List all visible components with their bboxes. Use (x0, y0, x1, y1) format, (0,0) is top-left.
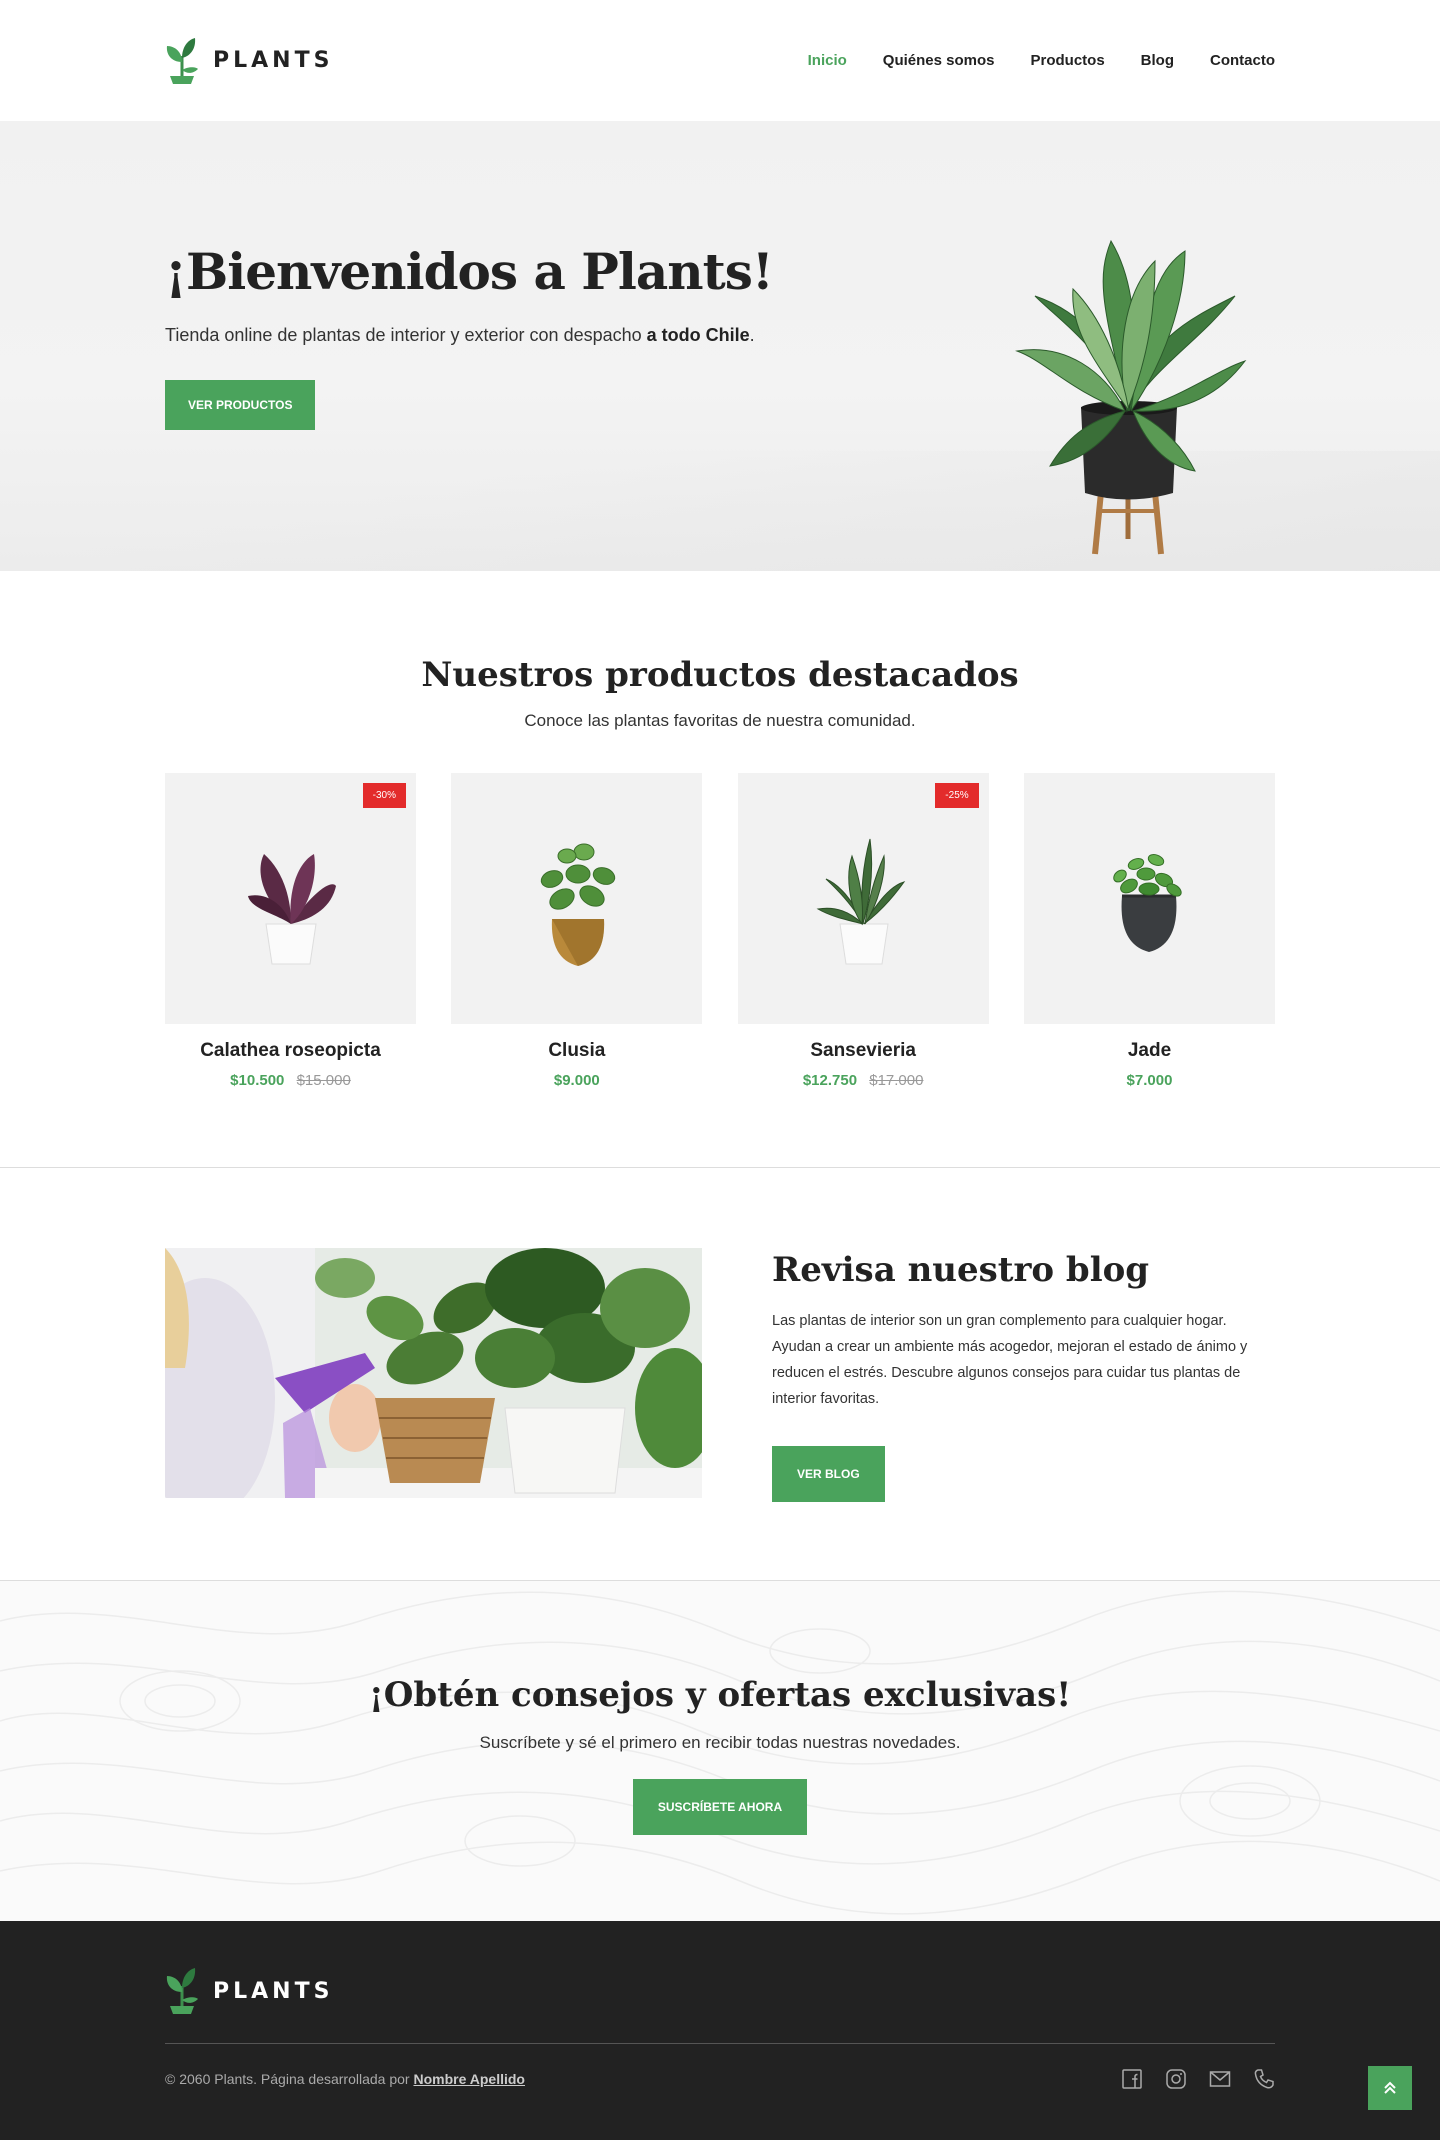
sansevieria-plant-icon (816, 838, 906, 964)
view-blog-button[interactable]: VER BLOG (772, 1446, 885, 1502)
mail-icon[interactable] (1209, 2068, 1231, 2090)
nav-item-inicio[interactable]: Inicio (808, 52, 847, 69)
footer-divider (165, 2043, 1275, 2044)
calathea-plant-icon (247, 853, 336, 964)
brand-name: PLANTS (213, 48, 334, 73)
product-price: $9.000 (553, 1072, 600, 1089)
back-to-top-button[interactable] (1368, 2066, 1412, 2110)
hero-title: ¡Bienvenidos a Plants! (165, 242, 774, 301)
product-image[interactable] (1023, 773, 1275, 1024)
site-header: PLANTS Inicio Quiénes somos Productos Bl… (0, 0, 1440, 121)
product-old-price: $17.000 (869, 1072, 924, 1089)
product-old-price: $15.000 (296, 1072, 351, 1089)
newsletter-subtitle: Suscríbete y sé el primero en recibir to… (479, 1733, 961, 1752)
product-grid: -30% Calathea roseopicta $10.500 $15.000… (165, 773, 1275, 1089)
sprout-logo-icon (166, 1968, 198, 2014)
product-card[interactable]: -30% Calathea roseopicta $10.500 $15.000 (165, 773, 416, 1089)
newsletter-section: ¡Obtén consejos y ofertas exclusivas! Su… (0, 1581, 1440, 1921)
jade-plant-icon (1113, 853, 1183, 952)
site-footer: PLANTS © 2060 Plants. Página desarrollad… (0, 1921, 1440, 2140)
discount-badge: -25% (935, 783, 979, 808)
facebook-icon[interactable] (1121, 2068, 1143, 2090)
hero-plant-image (1015, 239, 1247, 555)
product-image[interactable]: -30% (165, 773, 416, 1024)
copyright-text: © 2060 Plants. Página desarrollada por N… (165, 2071, 525, 2087)
author-link[interactable]: Nombre Apellido (413, 2071, 525, 2087)
products-subtitle: Conoce las plantas favoritas de nuestra … (524, 711, 916, 730)
social-links (1121, 2068, 1275, 2090)
clusia-plant-icon (540, 843, 616, 966)
nav-item-productos[interactable]: Productos (1030, 52, 1104, 69)
product-name[interactable]: Clusia (451, 1040, 702, 1062)
blog-section: Revisa nuestro blog Las plantas de inter… (0, 1168, 1440, 1581)
product-card[interactable]: -25% Sansevieria $12.750 $17.000 (737, 773, 989, 1089)
footer-brand-logo[interactable]: PLANTS (165, 1966, 1275, 2016)
blog-description: Las plantas de interior son un gran comp… (772, 1313, 1248, 1407)
main-nav: Inicio Quiénes somos Productos Blog Cont… (808, 52, 1275, 69)
hero-description: Tienda online de plantas de interior y e… (165, 325, 755, 345)
view-products-button[interactable]: VER PRODUCTOS (165, 380, 316, 430)
hero-section: ¡Bienvenidos a Plants! Tienda online de … (0, 121, 1440, 571)
brand-logo[interactable]: PLANTS (165, 36, 333, 86)
featured-products-section: Nuestros productos destacados Conoce las… (0, 571, 1440, 1168)
product-card[interactable]: Clusia $9.000 (451, 773, 703, 1089)
product-name[interactable]: Jade (1024, 1040, 1275, 1062)
product-name[interactable]: Calathea roseopicta (165, 1040, 416, 1062)
instagram-icon[interactable] (1165, 2068, 1187, 2090)
nav-item-contacto[interactable]: Contacto (1210, 52, 1275, 69)
nav-item-quienes-somos[interactable]: Quiénes somos (883, 52, 995, 69)
blog-image (165, 1248, 702, 1498)
product-price: $7.000 (1126, 1072, 1173, 1089)
product-price: $12.750 (802, 1072, 858, 1089)
product-image[interactable] (451, 773, 703, 1024)
nav-item-blog[interactable]: Blog (1141, 52, 1174, 69)
products-title: Nuestros productos destacados (421, 655, 1019, 695)
newsletter-title: ¡Obtén consejos y ofertas exclusivas! (368, 1675, 1072, 1715)
discount-badge: -30% (362, 783, 406, 808)
subscribe-button[interactable]: SUSCRÍBETE AHORA (632, 1779, 808, 1835)
product-image[interactable]: -25% (737, 773, 989, 1024)
product-name[interactable]: Sansevieria (738, 1040, 989, 1062)
sprout-logo-icon (166, 37, 198, 84)
blog-title: Revisa nuestro blog (772, 1250, 1150, 1290)
footer-brand-name: PLANTS (213, 1978, 334, 2004)
product-price: $10.500 (230, 1072, 285, 1089)
product-card[interactable]: Jade $7.000 (1023, 773, 1275, 1089)
double-chevron-up-icon (1384, 2081, 1396, 2094)
phone-icon[interactable] (1253, 2068, 1275, 2090)
